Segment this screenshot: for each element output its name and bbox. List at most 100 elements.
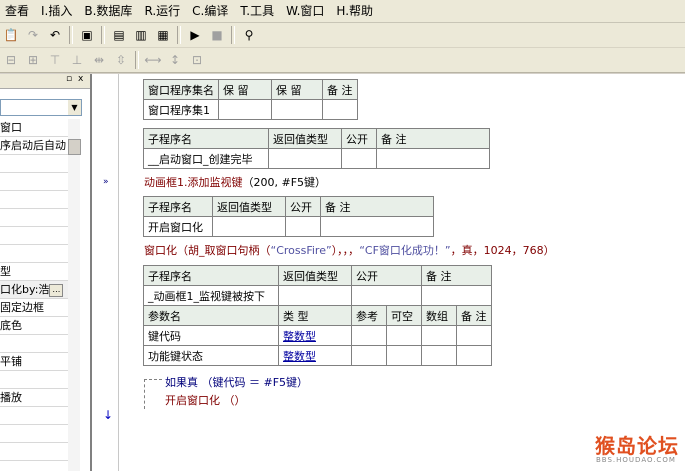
code-line-add-hotkey[interactable]: 动画框1.添加监视键（200, #F5键）	[144, 174, 326, 190]
header-cell: 窗口程序集名	[143, 79, 219, 100]
property-row[interactable]	[0, 443, 68, 461]
standard-toolbar: 📋 ↷ ↶ ▣ ▤ ▥ ▦ ▶ ■ ⚲	[0, 23, 685, 48]
cell[interactable]	[268, 148, 342, 169]
property-value: 口化by:浩	[0, 283, 50, 296]
cell[interactable]	[322, 99, 358, 120]
cell[interactable]	[421, 285, 492, 306]
subroutine-name[interactable]: 开启窗口化	[143, 216, 213, 237]
property-row[interactable]	[0, 245, 68, 263]
cell[interactable]	[421, 345, 457, 366]
object-selector[interactable]: ▼	[0, 99, 82, 116]
menu-database[interactable]: B.数据库	[79, 0, 139, 22]
param-type[interactable]: 整数型	[278, 325, 352, 346]
subroutine-name[interactable]: _动画框1_监视键被按下	[143, 285, 279, 306]
cell[interactable]	[351, 285, 422, 306]
cell[interactable]	[278, 285, 352, 306]
param-header-cell: 参数名	[143, 305, 279, 326]
param-name[interactable]: 键代码	[143, 325, 279, 346]
cell[interactable]	[320, 216, 434, 237]
param-header-cell: 类 型	[278, 305, 352, 326]
property-row[interactable]	[0, 173, 68, 191]
property-row[interactable]: 窗口	[0, 119, 68, 137]
code-args: ），，，	[331, 244, 360, 257]
align-top-icon[interactable]: ⊤	[45, 50, 65, 70]
cell[interactable]	[351, 325, 387, 346]
cell[interactable]	[386, 325, 422, 346]
property-row[interactable]: 固定边框	[0, 299, 68, 317]
property-row[interactable]: 序启动后自动	[0, 137, 68, 155]
code-line-if[interactable]: 如果真 （键代码 ＝ #F5键）	[165, 374, 308, 390]
layout-1-icon[interactable]: ▤	[109, 25, 129, 45]
cell[interactable]	[212, 216, 286, 237]
code-line-windowize[interactable]: 窗口化（胡_取窗口句柄（“CrossFire”），，，“CF窗口化成功！”，真，…	[144, 242, 555, 258]
chevron-down-icon[interactable]: ▼	[68, 100, 81, 115]
align-left-icon[interactable]: ⊟	[1, 50, 21, 70]
property-row[interactable]: 播放	[0, 389, 68, 407]
menu-view[interactable]: 查看	[0, 0, 36, 22]
binoculars-icon[interactable]: ⚲	[239, 25, 259, 45]
subroutine-name[interactable]: __启动窗口_创建完毕	[143, 148, 269, 169]
property-row[interactable]	[0, 425, 68, 443]
cell[interactable]	[218, 99, 272, 120]
scrollbar-thumb[interactable]	[68, 139, 81, 155]
h-space-icon[interactable]: ⇹	[89, 50, 109, 70]
property-row[interactable]	[0, 407, 68, 425]
paste-icon[interactable]: 📋	[1, 25, 21, 45]
ellipsis-button[interactable]: …	[49, 283, 64, 297]
property-row[interactable]: 口化by:浩…	[0, 281, 68, 299]
redo-icon[interactable]: ↷	[23, 25, 43, 45]
panel-close-icon[interactable]: x	[78, 74, 83, 84]
layout-3-icon[interactable]: ▦	[153, 25, 173, 45]
program-set-name[interactable]: 窗口程序集1	[143, 99, 219, 120]
param-type[interactable]: 整数型	[278, 345, 352, 366]
run-icon[interactable]: ▶	[185, 25, 205, 45]
cell[interactable]	[271, 99, 323, 120]
restore-icon[interactable]: ▫	[66, 74, 72, 84]
cell[interactable]	[376, 148, 490, 169]
menu-help[interactable]: H.帮助	[331, 0, 380, 22]
cell[interactable]	[386, 345, 422, 366]
stop-icon[interactable]: ■	[207, 25, 227, 45]
property-row[interactable]	[0, 209, 68, 227]
menu-window[interactable]: W.窗口	[281, 0, 331, 22]
toolbar-separator	[69, 26, 73, 44]
undo-icon[interactable]: ↶	[45, 25, 65, 45]
property-row[interactable]: 平铺	[0, 353, 68, 371]
cell[interactable]	[421, 325, 457, 346]
property-row[interactable]	[0, 335, 68, 353]
cell[interactable]	[456, 345, 492, 366]
property-row[interactable]	[0, 371, 68, 389]
same-height-icon[interactable]: ↕	[165, 50, 185, 70]
same-size-icon[interactable]: ⊡	[187, 50, 207, 70]
param-name[interactable]: 功能键状态	[143, 345, 279, 366]
property-row[interactable]	[0, 191, 68, 209]
header-cell: 公开	[351, 265, 422, 286]
code-editor[interactable]: 窗口程序集名 保 留 保 留 备 注 窗口程序集1 子程序名 返回值类型 公开 …	[119, 74, 685, 471]
menu-compile[interactable]: C.编译	[187, 0, 235, 22]
cell[interactable]	[351, 345, 387, 366]
code-line-call[interactable]: 开启窗口化 （）	[165, 392, 246, 408]
same-width-icon[interactable]: ⟷	[143, 50, 163, 70]
menu-run[interactable]: R.运行	[139, 0, 187, 22]
menu-tools[interactable]: T.工具	[235, 0, 281, 22]
header-cell: 返回值类型	[212, 196, 286, 217]
scrollbar[interactable]	[68, 119, 81, 471]
property-row[interactable]: 底色	[0, 317, 68, 335]
header-cell: 备 注	[376, 128, 490, 149]
layout-2-icon[interactable]: ▥	[131, 25, 151, 45]
v-space-icon[interactable]: ⇳	[111, 50, 131, 70]
subroutine-table-3: 子程序名 返回值类型 公开 备 注 _动画框1_监视键被按下 参数名 类 型 参…	[143, 265, 492, 366]
align-bottom-icon[interactable]: ⊥	[67, 50, 87, 70]
code-args: （胡_取窗口句柄（	[177, 244, 271, 257]
header-cell: 返回值类型	[278, 265, 352, 286]
cell[interactable]	[285, 216, 321, 237]
align-center-icon[interactable]: ⊞	[23, 50, 43, 70]
menu-insert[interactable]: I.插入	[36, 0, 79, 22]
property-row[interactable]: 型	[0, 263, 68, 281]
param-header-cell: 备 注	[456, 305, 492, 326]
cell[interactable]	[341, 148, 377, 169]
property-row[interactable]	[0, 155, 68, 173]
property-row[interactable]	[0, 227, 68, 245]
find-icon[interactable]: ▣	[77, 25, 97, 45]
cell[interactable]	[456, 325, 492, 346]
